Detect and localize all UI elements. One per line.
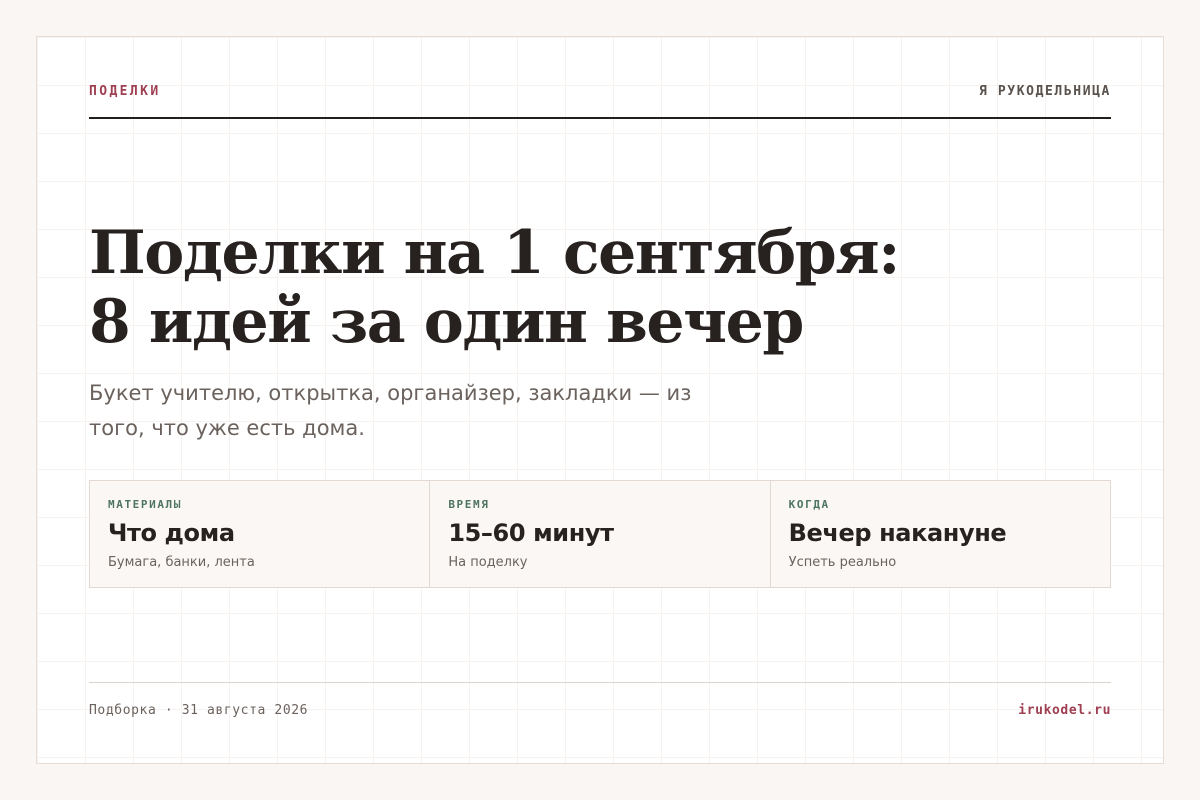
section-label[interactable]: ПОДЕЛКИ [89, 83, 161, 101]
fact-note: Бумага, банки, лента [108, 555, 255, 570]
fact-note: Успеть реально [788, 555, 897, 570]
fact-label: КОГДА [788, 498, 830, 511]
fact-time: ВРЕМЯ 15–60 минут На поделку [429, 481, 769, 587]
fact-value: 15–60 минут [448, 519, 614, 547]
page-title: Поделки на 1 сентября: 8 идей за один ве… [89, 218, 900, 357]
fact-value: Вечер накануне [788, 519, 1007, 547]
fact-materials: МАТЕРИАЛЫ Что дома Бумага, банки, лента [90, 481, 429, 587]
brand-name[interactable]: Я РУКОДЕЛЬНИЦА [979, 83, 1111, 101]
footer: Подборка · 31 августа 2026 irukodel.ru [89, 682, 1111, 722]
fact-note: На поделку [448, 555, 528, 570]
fact-when: КОГДА Вечер накануне Успеть реально [769, 481, 1110, 587]
article-card: ПОДЕЛКИ Я РУКОДЕЛЬНИЦА Поделки на 1 сент… [36, 36, 1164, 764]
top-bar: ПОДЕЛКИ Я РУКОДЕЛЬНИЦА [89, 83, 1111, 119]
fact-label: ВРЕМЯ [448, 498, 490, 511]
fact-value: Что дома [108, 519, 235, 547]
title-line-1: Поделки на 1 сентября: [89, 218, 900, 288]
facts-panel: МАТЕРИАЛЫ Что дома Бумага, банки, лента … [89, 480, 1111, 588]
title-line-2: 8 идей за один вечер [89, 287, 804, 357]
article-lead: Букет учителю, открытка, органайзер, зак… [89, 381, 692, 440]
site-link[interactable]: irukodel.ru [1018, 702, 1111, 720]
footer-meta: Подборка · 31 августа 2026 [89, 703, 309, 718]
fact-label: МАТЕРИАЛЫ [108, 498, 183, 511]
